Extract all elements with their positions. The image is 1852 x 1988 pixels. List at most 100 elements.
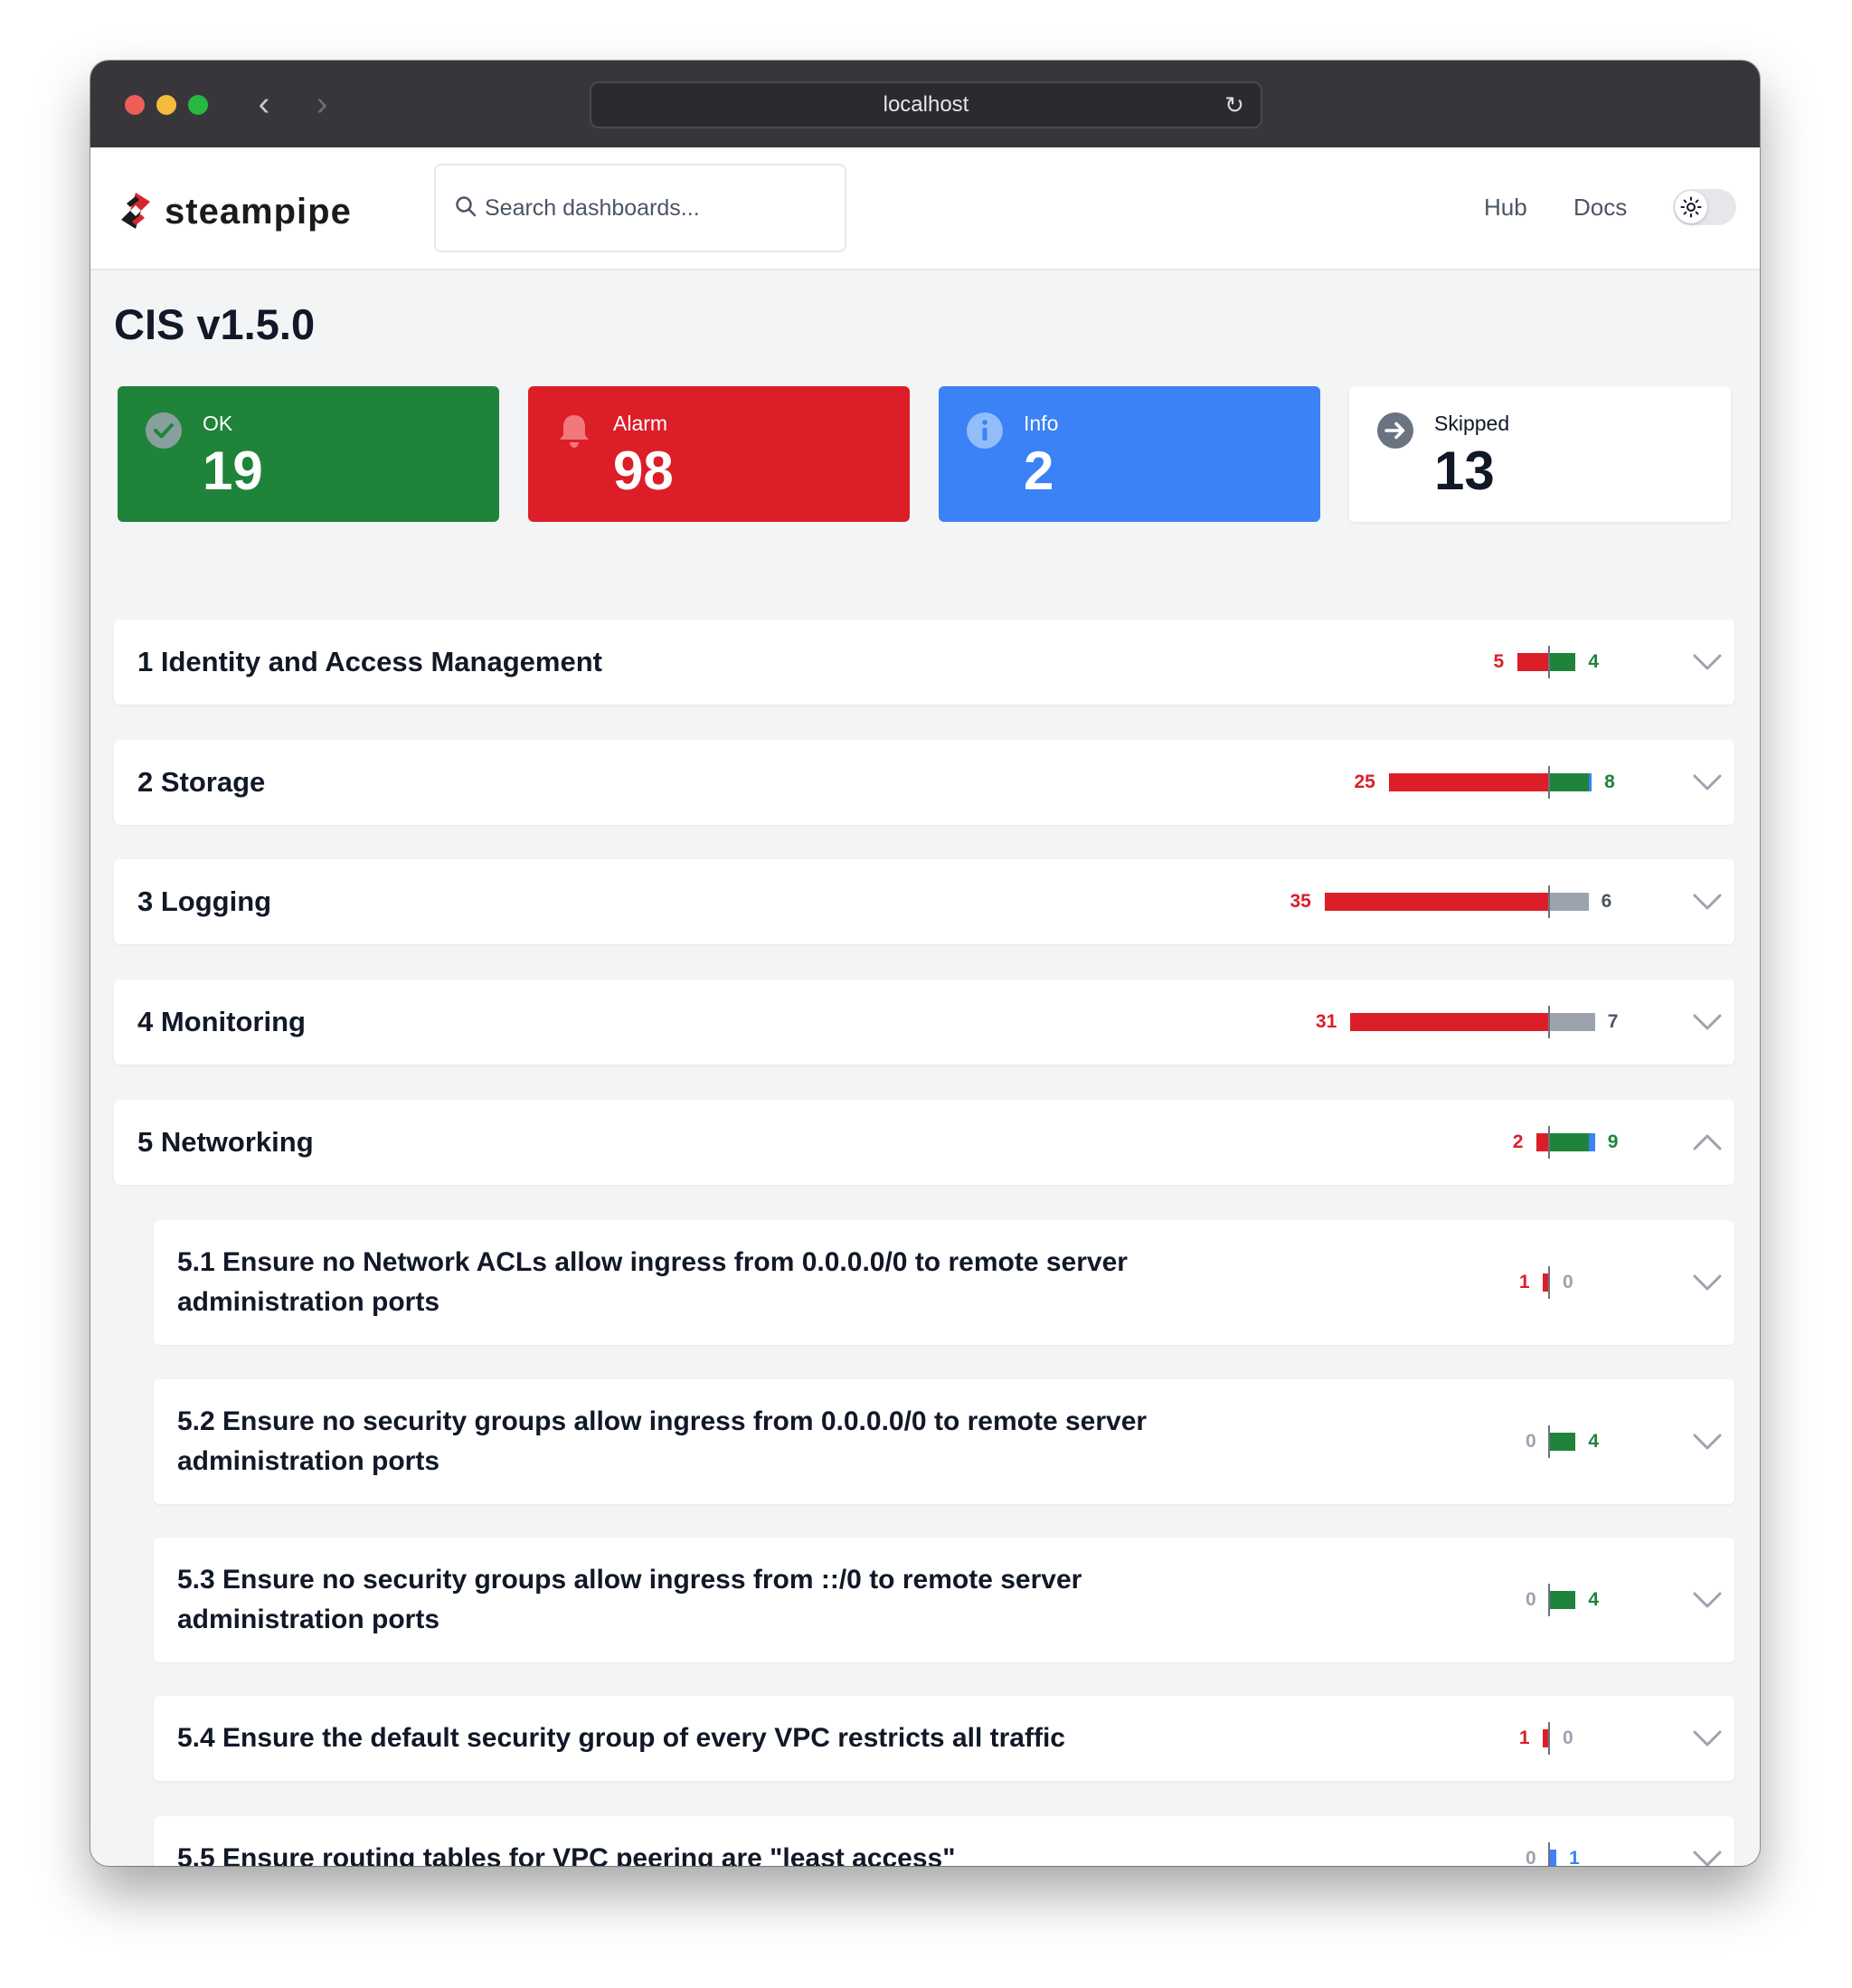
app-header: steampipe Hub Docs [90, 147, 1760, 270]
benchmark-row[interactable]: 4 Monitoring 31 7 [114, 980, 1734, 1065]
control-row[interactable]: 5.5 Ensure routing tables for VPC peerin… [154, 1816, 1734, 1866]
ok-count: 7 [1607, 1011, 1619, 1032]
docs-link[interactable]: Docs [1573, 191, 1627, 223]
minimize-window-button[interactable] [156, 95, 176, 115]
alarm-value: 98 [613, 440, 674, 501]
alarm-label: Alarm [613, 412, 668, 435]
ok-count: 4 [1588, 1431, 1600, 1452]
skip-bar [1550, 893, 1589, 911]
alarm-bar [1535, 1133, 1549, 1151]
chevron-down-icon[interactable] [1689, 1264, 1725, 1301]
alarm-count: 35 [1290, 891, 1311, 912]
control-row[interactable]: 5.4 Ensure the default security group of… [154, 1696, 1734, 1781]
ok-count: 4 [1588, 651, 1600, 672]
control-row[interactable]: 5.1 Ensure no Network ACLs allow ingress… [154, 1220, 1734, 1345]
steampipe-logo[interactable]: steampipe [114, 187, 385, 236]
back-arrow-icon[interactable]: ‹ [246, 84, 282, 124]
alarm-count: 0 [1526, 1431, 1536, 1452]
steampipe-logo-icon [121, 193, 150, 229]
ok-count: 1 [1569, 1848, 1580, 1866]
alarm-count: 5 [1493, 651, 1505, 672]
close-window-button[interactable] [125, 95, 145, 115]
summary-card-alarm: Alarm 98 [528, 386, 910, 522]
search-input[interactable] [483, 185, 830, 231]
alarm-count: 1 [1518, 1272, 1530, 1292]
alarm-bar [1517, 653, 1549, 671]
bar-divider [1548, 1266, 1550, 1299]
hub-link[interactable]: Hub [1484, 191, 1527, 223]
benchmark-row[interactable]: 5 Networking 2 9 [114, 1100, 1734, 1185]
benchmark-title: 3 Logging [137, 885, 272, 917]
forward-arrow-icon[interactable]: › [304, 84, 340, 124]
alarm-count: 31 [1315, 1011, 1337, 1032]
chevron-down-icon[interactable] [1689, 1424, 1725, 1460]
ok-label: OK [203, 412, 233, 435]
alarm-bar [1324, 893, 1549, 911]
benchmark-row[interactable]: 1 Identity and Access Management 5 4 [114, 620, 1734, 705]
alarm-count: 0 [1526, 1848, 1536, 1866]
chevron-up-icon[interactable] [1689, 1124, 1725, 1160]
info-label: Info [1024, 412, 1059, 435]
ok-count: 0 [1563, 1272, 1573, 1292]
chevron-down-icon[interactable] [1689, 1841, 1725, 1866]
bell-icon [560, 415, 589, 448]
chevron-down-icon[interactable] [1689, 764, 1725, 800]
ok-bar [1550, 1591, 1576, 1609]
benchmark-title: 2 Storage [137, 766, 266, 798]
ok-bar [1550, 1133, 1589, 1151]
control-title-line-1: 5.1 Ensure no Network ACLs allow ingress… [177, 1247, 1128, 1277]
chevron-down-icon[interactable] [1689, 884, 1725, 920]
alarm-bar [1349, 1013, 1549, 1031]
info-bar [1550, 1850, 1557, 1866]
search-icon [456, 196, 477, 217]
chevron-down-icon[interactable] [1689, 644, 1725, 680]
info-value: 2 [1024, 440, 1054, 501]
chevron-down-icon[interactable] [1689, 1004, 1725, 1040]
skip-bar [1550, 1013, 1595, 1031]
search-box[interactable] [434, 164, 846, 252]
info-circle-icon [967, 412, 1003, 449]
browser-window: ‹ › localhost ↻ steampipe Hub Docs [90, 61, 1760, 1866]
benchmark-title: 5 Networking [137, 1126, 314, 1158]
ok-value: 19 [203, 440, 263, 501]
url-text: localhost [883, 92, 969, 117]
control-title-line-1: 5.3 Ensure no security groups allow ingr… [177, 1565, 1082, 1595]
ok-count: 4 [1588, 1589, 1600, 1610]
control-title: 5.4 Ensure the default security group of… [177, 1723, 1065, 1753]
info-bar [1588, 773, 1592, 791]
address-bar[interactable]: localhost ↻ [590, 81, 1262, 128]
brand-name: steampipe [165, 192, 352, 232]
summary-card-ok: OK 19 [118, 386, 499, 522]
control-title: 5.5 Ensure routing tables for VPC peerin… [177, 1843, 956, 1866]
benchmark-title: 1 Identity and Access Management [137, 646, 602, 677]
alarm-count: 0 [1526, 1589, 1536, 1610]
control-row[interactable]: 5.3 Ensure no security groups allow ingr… [154, 1538, 1734, 1662]
ok-bar [1550, 1433, 1576, 1451]
chevron-down-icon[interactable] [1689, 1720, 1725, 1756]
summary-card-info: Info 2 [939, 386, 1320, 522]
summary-card-skipped: Skipped 13 [1349, 386, 1731, 522]
theme-toggle[interactable] [1673, 189, 1736, 225]
bar-divider [1548, 1722, 1550, 1755]
ok-count: 8 [1604, 772, 1615, 792]
control-title-line-2: administration ports [177, 1287, 440, 1317]
arrow-right-circle-icon [1377, 412, 1413, 449]
chevron-down-icon[interactable] [1689, 1582, 1725, 1618]
ok-bar [1550, 773, 1589, 791]
control-title-line-2: administration ports [177, 1605, 440, 1634]
control-row[interactable]: 5.2 Ensure no security groups allow ingr… [154, 1379, 1734, 1504]
skipped-label: Skipped [1434, 412, 1510, 435]
control-title-line-2: administration ports [177, 1446, 440, 1476]
skipped-value: 13 [1434, 440, 1495, 501]
sun-icon [1680, 196, 1702, 218]
zoom-window-button[interactable] [188, 95, 208, 115]
alarm-bar [1388, 773, 1549, 791]
benchmark-row[interactable]: 2 Storage 25 8 [114, 740, 1734, 825]
info-bar [1588, 1133, 1595, 1151]
benchmark-title: 4 Monitoring [137, 1006, 306, 1037]
reload-icon[interactable]: ↻ [1221, 83, 1248, 127]
alarm-count: 25 [1354, 772, 1375, 792]
control-title-line-1: 5.2 Ensure no security groups allow ingr… [177, 1406, 1148, 1436]
benchmark-row[interactable]: 3 Logging 35 6 [114, 859, 1734, 944]
ok-count: 6 [1601, 891, 1612, 912]
